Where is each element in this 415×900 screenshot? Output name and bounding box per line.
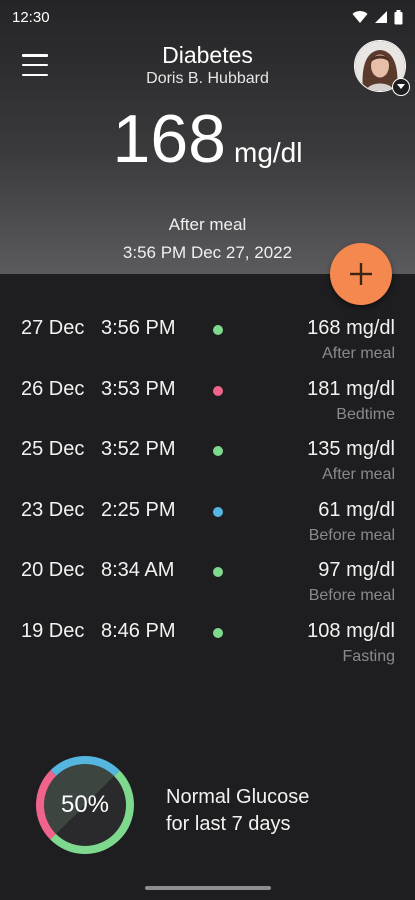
status-dot (213, 567, 223, 577)
cellular-signal-icon (375, 11, 387, 23)
list-item[interactable]: 23 Dec 2:25 PM 61 mg/dl Before meal (0, 497, 415, 558)
glucose-summary[interactable]: 50% Normal Glucose for last 7 days (0, 750, 415, 860)
reading-date: 27 Dec (21, 317, 85, 339)
patient-name: Doris B. Hubbard (146, 70, 269, 87)
status-time: 12:30 (12, 8, 50, 26)
battery-icon (394, 9, 403, 24)
list-item[interactable]: 19 Dec 8:46 PM 108 mg/dl Fasting (0, 618, 415, 679)
wifi-icon (352, 11, 368, 23)
home-indicator[interactable] (145, 886, 271, 890)
status-dot (213, 385, 223, 396)
reading-context: After meal (322, 345, 395, 362)
reading-context: Before meal (308, 587, 395, 604)
reading-context: Before meal (308, 526, 395, 544)
list-item[interactable]: 27 Dec 3:56 PM 168 mg/dl After meal (0, 315, 415, 376)
latest-reading-context: After meal (168, 215, 247, 234)
reading-date: 23 Dec (21, 498, 85, 521)
reading-time: 8:46 PM (101, 619, 176, 642)
status-dot (213, 446, 223, 456)
status-dot (213, 506, 223, 517)
chevron-down-icon (392, 78, 410, 96)
reading-value: 181 mg/dl (307, 377, 395, 400)
list-item[interactable]: 20 Dec 8:34 AM 97 mg/dl Before meal (0, 557, 415, 618)
status-dot (213, 627, 223, 638)
summary-line-1: Normal Glucose (166, 786, 310, 808)
reading-context: After meal (322, 466, 395, 483)
profile-avatar-button[interactable] (354, 40, 410, 96)
reading-context: Bedtime (336, 405, 395, 423)
reading-time: 3:56 PM (101, 317, 176, 339)
latest-reading-value: 168 (112, 101, 226, 177)
summary-line-2: for last 7 days (166, 813, 291, 835)
normal-percent: 50% (60, 791, 110, 818)
reading-context: Fasting (342, 647, 395, 665)
status-dot (213, 325, 223, 335)
reading-time: 2:25 PM (101, 498, 176, 521)
reading-value: 97 mg/dl (318, 559, 395, 581)
page-title: Diabetes (162, 42, 253, 68)
reading-value: 135 mg/dl (307, 438, 395, 460)
reading-time: 8:34 AM (101, 559, 175, 581)
readings-list: 27 Dec 3:56 PM 168 mg/dl After meal 26 D… (0, 315, 415, 678)
reading-date: 19 Dec (21, 619, 85, 642)
latest-reading: 168 mg/dl (0, 100, 415, 178)
latest-reading-unit: mg/dl (234, 137, 303, 168)
status-bar: 12:30 (0, 0, 415, 34)
reading-time: 3:53 PM (101, 377, 176, 400)
reading-date: 26 Dec (21, 377, 85, 400)
reading-date: 20 Dec (21, 559, 85, 581)
reading-value: 168 mg/dl (307, 317, 395, 339)
plus-icon (350, 263, 372, 285)
reading-date: 25 Dec (21, 438, 85, 460)
list-item[interactable]: 25 Dec 3:52 PM 135 mg/dl After meal (0, 436, 415, 497)
reading-value: 61 mg/dl (318, 498, 395, 521)
list-item[interactable]: 26 Dec 3:53 PM 181 mg/dl Bedtime (0, 376, 415, 437)
add-reading-button[interactable] (330, 243, 392, 305)
reading-time: 3:52 PM (101, 438, 176, 460)
reading-value: 108 mg/dl (307, 619, 395, 642)
